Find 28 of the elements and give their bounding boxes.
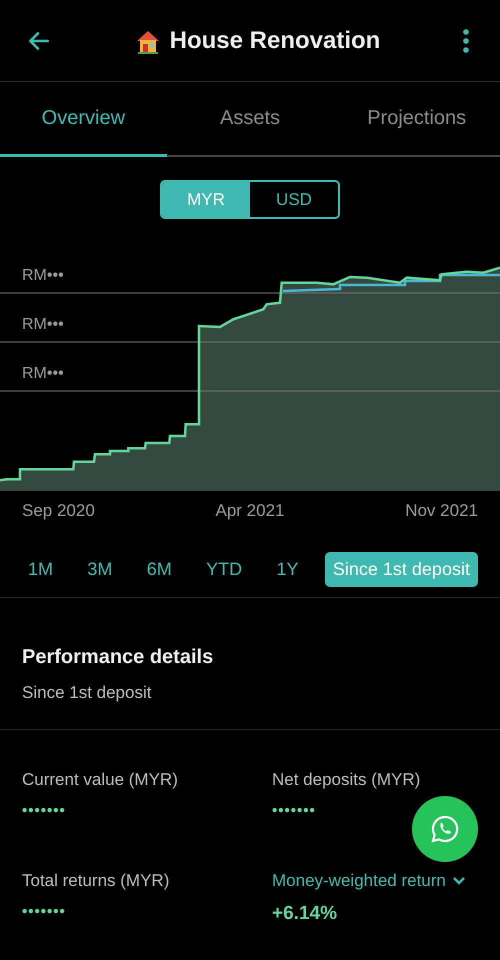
tab[interactable]: Assets <box>166 82 334 157</box>
metric-value: +6.14% <box>272 903 337 925</box>
page-title: House Renovation <box>170 26 380 54</box>
axis-label: Sep 2020 <box>22 501 95 521</box>
metric-value: ••••••• <box>22 802 66 819</box>
metric-label: Net deposits (MYR) <box>272 770 420 790</box>
chevron-down-icon <box>452 876 466 886</box>
period-button[interactable]: YTD <box>198 552 250 586</box>
axis-label: RM••• <box>22 365 64 383</box>
tab[interactable]: Projections <box>333 82 500 157</box>
metric-label: Total returns (MYR) <box>22 871 170 891</box>
metric-label: Current value (MYR) <box>22 770 178 790</box>
return-type-dropdown[interactable]: Money-weighted return <box>272 871 466 891</box>
section-subtitle: Since 1st deposit <box>22 683 152 703</box>
period-button[interactable]: 1M <box>20 552 62 586</box>
chat-phone-icon <box>430 814 460 844</box>
axis-label: RM••• <box>22 267 64 285</box>
axis-label: Nov 2021 <box>405 501 478 521</box>
metric-value: ••••••• <box>22 903 66 920</box>
tab[interactable]: Overview <box>0 82 167 157</box>
period-button[interactable]: 6M <box>138 552 180 586</box>
period-button[interactable]: 3M <box>79 552 120 586</box>
more-options-icon[interactable] <box>462 28 470 54</box>
metric-value: ••••••• <box>272 802 316 819</box>
axis-label: Apr 2021 <box>216 501 284 521</box>
period-button[interactable]: 1Y <box>268 552 307 586</box>
section-title: Performance details <box>22 646 214 669</box>
axis-label: RM••• <box>22 316 64 334</box>
